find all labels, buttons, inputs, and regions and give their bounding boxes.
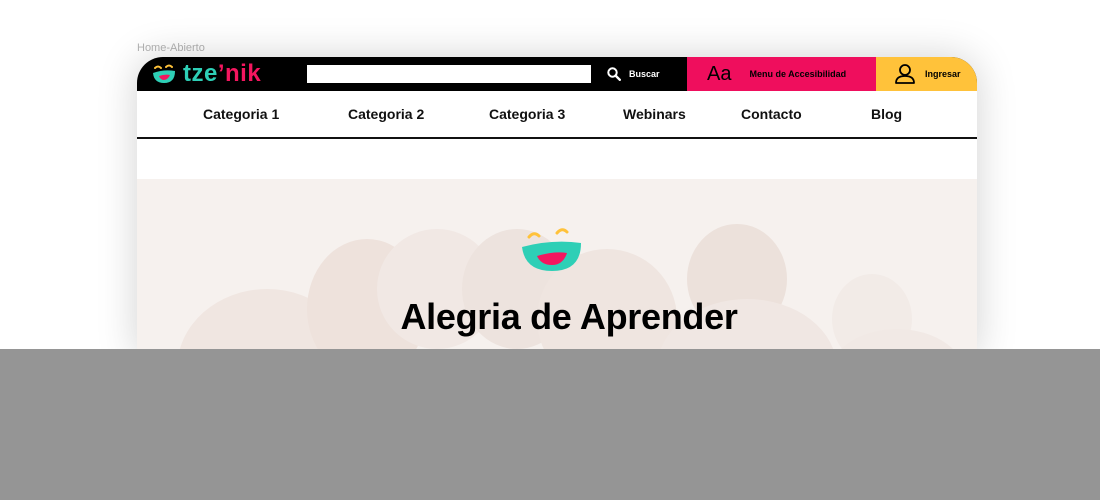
nav-item-blog[interactable]: Blog [871,106,902,122]
search-button-label: Buscar [629,69,660,79]
hero-banner: Alegria de Aprender [137,139,977,357]
nav-item-categoria-3[interactable]: Categoria 3 [489,106,565,122]
logo-face-icon [153,64,175,83]
accessibility-menu-label: Menu de Accesibilidad [749,69,847,79]
gray-overlay-panel [0,349,1100,500]
nav-item-contacto[interactable]: Contacto [741,106,802,122]
accessibility-menu-button[interactable]: Aa Menu de Accesibilidad [687,57,876,91]
nav-item-categoria-2[interactable]: Categoria 2 [348,106,424,122]
hero-title: Alegria de Aprender [400,296,738,337]
page-frame: tze’nik Buscar Aa Menu de Accesibilidad … [137,57,977,357]
logo-text: tze’nik [183,61,261,87]
text-size-icon: Aa [707,62,732,85]
search-button[interactable]: Buscar [603,57,687,91]
main-nav: Categoria 1 Categoria 2 Categoria 3 Webi… [137,91,977,139]
top-bar: tze’nik Buscar Aa Menu de Accesibilidad … [137,57,977,91]
user-icon [894,63,916,85]
nav-item-webinars[interactable]: Webinars [623,106,686,122]
logo-text-prefix: tze [183,60,218,87]
logo[interactable]: tze’nik [151,61,261,87]
login-button[interactable]: Ingresar [876,57,977,91]
logo-text-suffix: ’nik [217,60,262,87]
smiling-face-icon [522,228,581,271]
nav-item-categoria-1[interactable]: Categoria 1 [203,106,279,122]
search-icon [607,67,621,81]
search-input[interactable] [307,65,591,83]
login-label: Ingresar [925,69,961,79]
frame-label: Home-Abierto [137,42,205,54]
